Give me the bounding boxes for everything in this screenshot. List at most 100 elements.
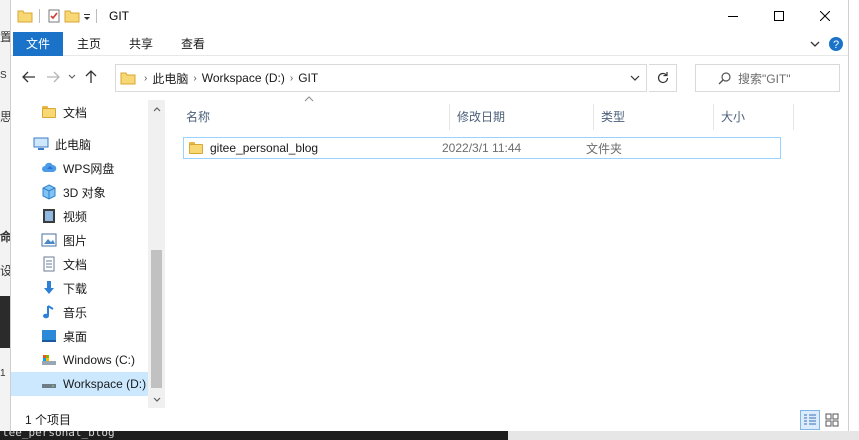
navigation-pane: 文档 此电脑 WPS网盘 3D 对象 视频 图片 文档 下载 音乐 桌面 Win… (11, 100, 165, 408)
nav-item-label: 文档 (63, 105, 88, 120)
breadcrumb-git[interactable]: GIT (298, 71, 318, 85)
title-divider (96, 9, 97, 23)
large-icons-view-button[interactable] (822, 410, 842, 430)
file-list: 名称 修改日期 类型 大小 gitee_personal_blog 2022/3… (171, 96, 850, 408)
address-history-button[interactable] (624, 65, 646, 91)
help-icon[interactable]: ? (828, 36, 844, 52)
folder-icon (188, 140, 204, 156)
background-dark-panel (0, 296, 10, 348)
customize-dropdown-icon[interactable] (82, 8, 92, 24)
nav-item-documents-quick[interactable]: 文档 (11, 100, 165, 124)
search-placeholder: 搜索"GIT" (738, 71, 791, 86)
minimize-icon (728, 16, 738, 17)
file-type: 文件夹 (586, 141, 623, 156)
nav-item-downloads[interactable]: 下载 (11, 276, 165, 300)
column-header-size[interactable]: 大小 (714, 104, 794, 130)
tab-view[interactable]: 查看 (167, 32, 219, 56)
ribbon-controls: ? (810, 36, 844, 52)
up-arrow-icon (85, 70, 97, 83)
chevron-down-icon (153, 397, 160, 402)
minimize-button[interactable] (710, 0, 756, 32)
scrollbar-thumb[interactable] (151, 250, 162, 388)
file-row[interactable]: gitee_personal_blog 2022/3/1 11:44 文件夹 (183, 137, 781, 159)
up-button[interactable] (79, 65, 103, 89)
video-icon (41, 208, 57, 224)
tab-file[interactable]: 文件 (13, 31, 64, 56)
column-header-date[interactable]: 修改日期 (450, 104, 594, 130)
nav-item-drive-d[interactable]: Workspace (D:) (11, 372, 165, 396)
scroll-up-button[interactable] (148, 100, 165, 117)
background-text-fragment: 1 (0, 368, 6, 379)
nav-item-music[interactable]: 音乐 (11, 300, 165, 324)
column-header-name[interactable]: 名称 (171, 104, 450, 130)
nav-item-label: 桌面 (63, 329, 88, 344)
quick-access-toolbar (17, 8, 92, 24)
properties-icon[interactable] (46, 8, 62, 24)
tab-share[interactable]: 共享 (115, 32, 167, 56)
screen: 置 S 思 命 设 1 tee_personal_blog GIT 文件 主页 … (0, 0, 859, 440)
file-date: 2022/3/1 11:44 (442, 141, 522, 155)
computer-icon (33, 136, 49, 152)
item-count: 1 个项目 (25, 413, 72, 427)
title-bar: GIT (11, 0, 848, 32)
nav-item-label: 音乐 (63, 305, 88, 320)
maximize-button[interactable] (756, 0, 802, 32)
nav-item-label: WPS网盘 (63, 161, 115, 176)
view-switcher (800, 410, 842, 430)
search-icon (718, 72, 731, 85)
ribbon-tabs: 文件 主页 共享 查看 ? (11, 31, 848, 56)
back-button[interactable] (17, 65, 41, 89)
nav-item-wps-drive[interactable]: WPS网盘 (11, 156, 165, 180)
recent-locations-button[interactable] (65, 65, 79, 89)
window-title: GIT (109, 9, 129, 23)
nav-item-pictures[interactable]: 图片 (11, 228, 165, 252)
breadcrumb-this-pc[interactable]: 此电脑 (152, 70, 188, 87)
background-text-fragment: S (0, 70, 7, 81)
address-bar[interactable]: › 此电脑 › Workspace (D:) › GIT (115, 64, 647, 92)
forward-button[interactable] (41, 65, 65, 89)
navigation-bar: › 此电脑 › Workspace (D:) › GIT 搜索"GIT" (11, 58, 848, 96)
nav-item-label: 下载 (63, 281, 88, 296)
large-icons-view-icon (825, 413, 839, 427)
nav-item-videos[interactable]: 视频 (11, 204, 165, 228)
column-header-type[interactable]: 类型 (594, 104, 714, 130)
nav-item-label: 3D 对象 (63, 185, 106, 200)
forward-arrow-icon (47, 71, 60, 83)
music-icon (41, 304, 57, 320)
breadcrumb-workspace[interactable]: Workspace (D:) (202, 71, 285, 85)
details-view-icon (804, 414, 816, 425)
picture-icon (41, 232, 57, 248)
nav-item-label: 文档 (63, 257, 88, 272)
column-headers: 名称 修改日期 类型 大小 (171, 104, 850, 130)
details-view-button[interactable] (800, 410, 820, 430)
nav-item-3d-objects[interactable]: 3D 对象 (11, 180, 165, 204)
maximize-icon (774, 11, 784, 21)
navigation-pane-scrollbar[interactable] (148, 100, 165, 408)
nav-item-label: 视频 (63, 209, 88, 224)
status-bar: 1 个项目 (11, 408, 848, 431)
nav-item-label: 此电脑 (55, 137, 92, 152)
nav-item-documents[interactable]: 文档 (11, 252, 165, 276)
breadcrumb-separator-icon[interactable]: › (290, 73, 293, 84)
breadcrumb-separator-icon[interactable]: › (144, 73, 147, 84)
expand-ribbon-icon[interactable] (810, 39, 820, 49)
breadcrumb-separator-icon[interactable]: › (193, 73, 196, 84)
nav-item-desktop[interactable]: 桌面 (11, 324, 165, 348)
search-box[interactable]: 搜索"GIT" (695, 64, 840, 92)
nav-item-label: Workspace (D:) (63, 377, 147, 391)
folder-icon[interactable] (17, 8, 33, 24)
nav-item-this-pc[interactable]: 此电脑 (11, 132, 165, 156)
scroll-down-button[interactable] (148, 391, 165, 408)
nav-item-drive-c[interactable]: Windows (C:) (11, 348, 165, 372)
refresh-button[interactable] (649, 64, 677, 92)
download-icon (41, 280, 57, 296)
tab-home[interactable]: 主页 (63, 32, 115, 56)
cube-icon (41, 184, 57, 200)
folder-icon (41, 104, 57, 120)
document-icon (41, 256, 57, 272)
background-terminal-strip: tee_personal_blog (0, 431, 859, 440)
file-name: gitee_personal_blog (210, 141, 319, 155)
drive-c-icon (41, 352, 57, 368)
close-button[interactable] (802, 0, 848, 32)
new-folder-icon[interactable] (64, 8, 80, 24)
